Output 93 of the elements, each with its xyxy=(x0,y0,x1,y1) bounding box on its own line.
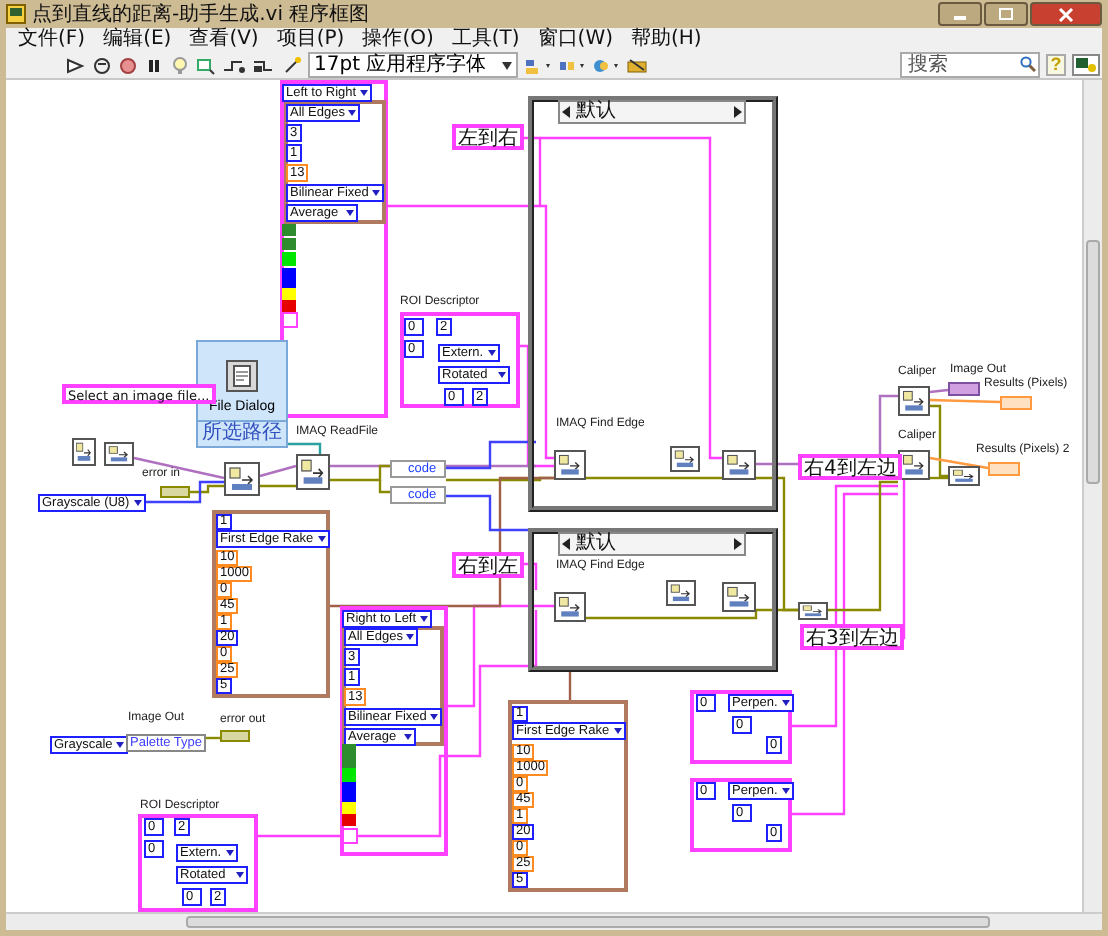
caret-icon xyxy=(116,742,125,748)
string-constant: 右到左 xyxy=(452,552,524,578)
function-node xyxy=(554,450,586,480)
caret-icon xyxy=(498,372,506,378)
caret-icon xyxy=(360,90,369,96)
vi-icon xyxy=(6,4,26,24)
image-indicator xyxy=(948,382,980,396)
cluster-frame xyxy=(690,690,792,764)
caret-icon xyxy=(133,500,142,506)
align-icon[interactable] xyxy=(524,55,553,75)
output-terminal: 所选路径 xyxy=(198,420,286,444)
maximize-button[interactable] xyxy=(984,2,1028,26)
window-title: 点到直线的距离-助手生成.vi 程序框图 xyxy=(32,1,370,27)
function-node xyxy=(948,466,980,486)
close-button[interactable] xyxy=(1030,2,1102,26)
empty-slot xyxy=(282,312,298,328)
step-icon[interactable] xyxy=(252,55,276,75)
function-node xyxy=(104,442,134,466)
function-node xyxy=(670,446,700,472)
menu-item[interactable]: 帮助(H) xyxy=(631,28,702,52)
search-field[interactable]: 搜索 xyxy=(900,52,1040,78)
results-indicator xyxy=(1000,396,1032,410)
menu-item[interactable]: 编辑(E) xyxy=(103,28,172,52)
case-selector[interactable]: 默认 xyxy=(558,100,746,124)
maximize-icon xyxy=(998,8,1014,20)
empty-slot xyxy=(342,828,358,844)
function-node xyxy=(72,438,96,466)
wire xyxy=(586,476,722,480)
caret-icon xyxy=(317,536,326,542)
error-constant xyxy=(160,486,190,498)
menu-item[interactable]: 操作(O) xyxy=(362,28,434,52)
minimize-button[interactable] xyxy=(938,2,982,26)
menu-item[interactable]: 工具(T) xyxy=(451,28,520,52)
search-icon xyxy=(1020,56,1036,72)
caret-icon xyxy=(613,728,622,734)
caret-icon xyxy=(236,872,244,878)
string-constant: 右3到左边 xyxy=(800,624,905,650)
step-icon[interactable] xyxy=(282,55,302,75)
abort-icon[interactable] xyxy=(118,55,138,75)
vertical-scrollbar[interactable] xyxy=(1082,80,1102,912)
menu-item[interactable]: 项目(P) xyxy=(276,28,345,52)
function-node xyxy=(722,582,756,612)
caret-icon xyxy=(348,110,357,116)
caret-icon xyxy=(781,788,790,794)
caret-icon xyxy=(502,61,513,69)
function-node xyxy=(898,386,930,416)
error-indicator xyxy=(220,730,250,742)
caret-icon xyxy=(346,210,354,216)
caret-icon xyxy=(781,700,790,706)
wire xyxy=(568,670,572,700)
function-node xyxy=(296,454,330,490)
caret-icon xyxy=(226,850,234,856)
string-constant: 右4到左边 xyxy=(798,454,903,480)
wire xyxy=(286,442,322,454)
caret-icon xyxy=(420,616,429,622)
increment-arrow-icon xyxy=(732,106,742,118)
function-node xyxy=(722,450,756,480)
function-node xyxy=(554,592,586,622)
caret-icon xyxy=(488,350,496,356)
document-icon xyxy=(226,360,258,392)
menu-item[interactable]: 窗口(W) xyxy=(537,28,613,52)
wire xyxy=(259,464,297,478)
function-node xyxy=(666,580,696,606)
cleanup-icon[interactable] xyxy=(626,55,651,75)
font-dropdown[interactable]: 17pt 应用程序字体 xyxy=(308,52,519,78)
cluster-frame xyxy=(400,312,520,408)
close-icon xyxy=(1058,7,1074,21)
menu-item[interactable]: 文件(F) xyxy=(18,28,86,52)
caret-icon xyxy=(430,714,439,720)
vi-icon[interactable] xyxy=(1072,54,1100,76)
function-node xyxy=(798,602,828,620)
results-indicator xyxy=(988,462,1020,476)
decrement-arrow-icon xyxy=(562,106,572,118)
scrollbar-thumb[interactable] xyxy=(186,916,990,928)
cluster-frame xyxy=(138,814,258,912)
scrollbar-thumb[interactable] xyxy=(1086,240,1100,484)
wire xyxy=(260,484,296,488)
wire xyxy=(133,456,225,480)
caret-icon xyxy=(372,190,381,196)
string-constant: 左到右 xyxy=(452,124,524,150)
function-node xyxy=(224,462,260,496)
increment-arrow-icon xyxy=(732,538,742,550)
step-icon[interactable] xyxy=(222,55,246,75)
case-selector[interactable]: 默认 xyxy=(558,532,746,556)
horizontal-scrollbar[interactable] xyxy=(6,912,1102,930)
caret-icon xyxy=(404,734,412,740)
cluster-frame xyxy=(690,778,792,852)
menu-item[interactable]: 查看(V) xyxy=(189,28,259,52)
decrement-arrow-icon xyxy=(562,538,572,550)
probe-icon[interactable] xyxy=(196,55,216,75)
caret-icon xyxy=(406,634,415,640)
pause-icon[interactable] xyxy=(144,55,164,75)
wire xyxy=(929,388,949,394)
